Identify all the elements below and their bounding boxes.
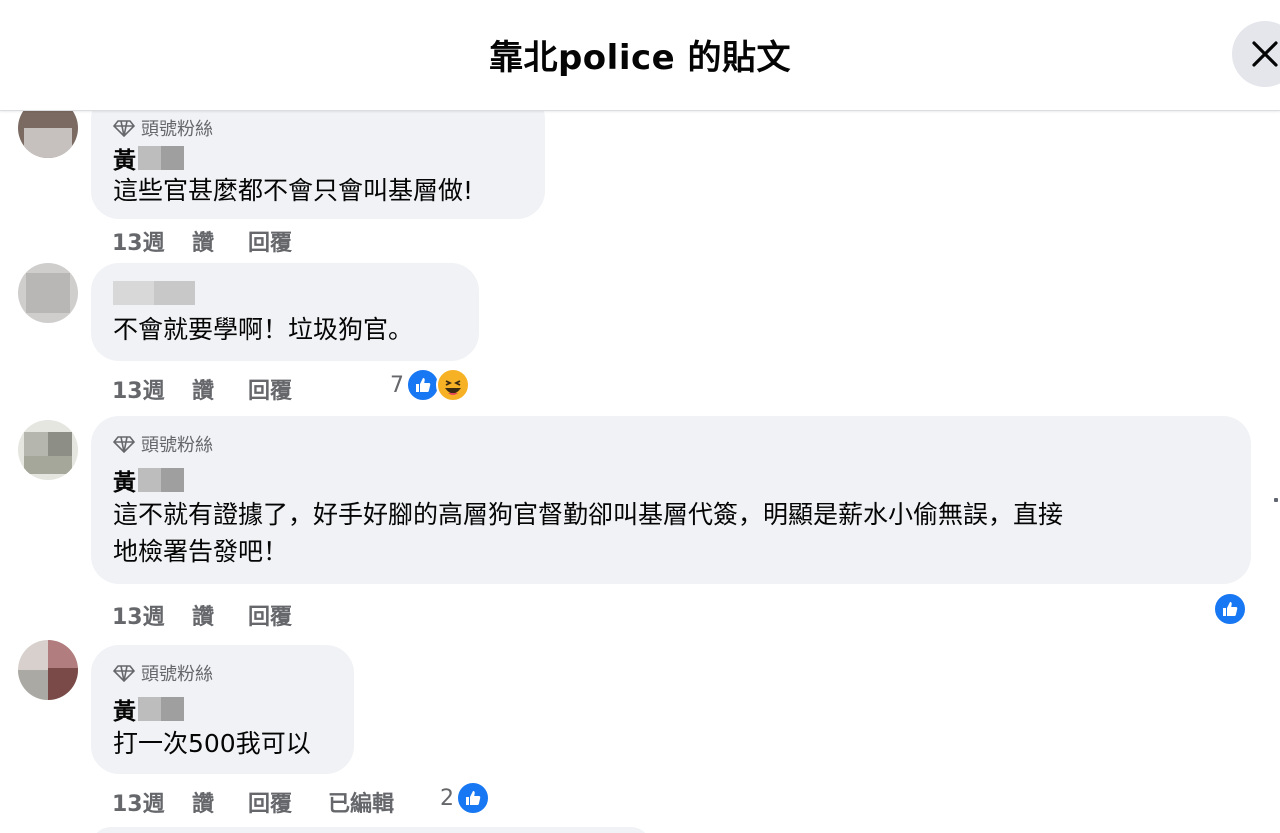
timestamp[interactable]: 13週 <box>112 373 165 405</box>
reaction-summary[interactable]: 2 <box>440 781 490 815</box>
reaction-count: 7 <box>390 372 404 398</box>
reply-button[interactable]: 回覆 <box>248 373 292 405</box>
diamond-icon <box>113 665 135 682</box>
timestamp[interactable]: 13週 <box>112 225 165 257</box>
top-fan-badge: 頭號粉絲 <box>113 431 213 457</box>
avatar[interactable] <box>18 111 78 158</box>
redacted-name <box>138 468 184 492</box>
reply-button[interactable]: 回覆 <box>248 786 292 818</box>
edited-label[interactable]: 已編輯 <box>328 786 394 818</box>
redacted-name <box>113 281 195 305</box>
comment-feed[interactable]: 頭號粉絲 黃 這些官甚麼都不會只會叫基層做! 13週 讚 回覆 不會就要學啊！垃… <box>0 111 1280 833</box>
author-initial: 黃 <box>113 470 136 496</box>
avatar[interactable] <box>18 640 78 700</box>
thumbs-up-icon <box>456 781 490 815</box>
reaction-summary[interactable]: 7 <box>390 368 470 402</box>
author-name[interactable]: 黃 <box>113 692 184 726</box>
dialog-header: 靠北police 的貼文 <box>0 0 1280 111</box>
like-button[interactable]: 讚 <box>192 225 214 257</box>
author-initial: 黃 <box>113 148 136 174</box>
author-name[interactable]: 黃 <box>113 141 184 175</box>
page-title: 靠北police 的貼文 <box>488 38 792 78</box>
badge-label: 頭號粉絲 <box>141 435 213 456</box>
like-button[interactable]: 讚 <box>192 786 214 818</box>
comment-text: 打一次500我可以 <box>113 729 311 758</box>
comment-bubble: 頭號粉絲 黃 這些官甚麼都不會只會叫基層做! <box>91 111 545 219</box>
reaction-summary[interactable] <box>1213 592 1247 626</box>
reply-button[interactable]: 回覆 <box>248 599 292 631</box>
comment-text: 這些官甚麼都不會只會叫基層做! <box>113 176 474 205</box>
redacted-name <box>138 697 184 721</box>
reply-button[interactable]: 回覆 <box>248 225 292 257</box>
top-fan-badge: 頭號粉絲 <box>113 660 213 686</box>
avatar[interactable] <box>18 263 78 323</box>
author-name[interactable]: 黃 <box>113 463 184 497</box>
comment-bubble <box>91 827 651 833</box>
top-fan-badge: 頭號粉絲 <box>113 115 213 141</box>
like-button[interactable]: 讚 <box>192 373 214 405</box>
diamond-icon <box>113 436 135 453</box>
reaction-count: 2 <box>440 785 454 811</box>
timestamp[interactable]: 13週 <box>112 599 165 631</box>
comment-bubble: 頭號粉絲 黃 這不就有證據了，好手好腳的高層狗官督勤卻叫基層代簽，明顯是薪水小偷… <box>91 416 1251 584</box>
comment-text-line: 這不就有證據了，好手好腳的高層狗官督勤卻叫基層代簽，明顯是薪水小偷無誤，直接 <box>113 500 1064 529</box>
redacted-name <box>138 146 184 170</box>
comment-text: 不會就要學啊！垃圾狗官。 <box>113 315 414 344</box>
badge-label: 頭號粉絲 <box>141 664 213 685</box>
avatar[interactable] <box>18 420 78 480</box>
scrollbar-thumb[interactable] <box>1274 498 1278 502</box>
comment-bubble: 頭號粉絲 黃 打一次500我可以 <box>91 645 354 774</box>
badge-label: 頭號粉絲 <box>141 119 213 140</box>
comment-bubble: 不會就要學啊！垃圾狗官。 <box>91 263 479 361</box>
haha-emoji-icon <box>436 368 470 402</box>
comment-text-line: 地檢署告發吧！ <box>113 537 289 566</box>
close-icon <box>1252 41 1278 67</box>
thumbs-up-icon <box>1213 592 1247 626</box>
author-initial: 黃 <box>113 699 136 725</box>
like-button[interactable]: 讚 <box>192 599 214 631</box>
thumbs-up-icon <box>406 368 440 402</box>
timestamp[interactable]: 13週 <box>112 786 165 818</box>
diamond-icon <box>113 120 135 137</box>
